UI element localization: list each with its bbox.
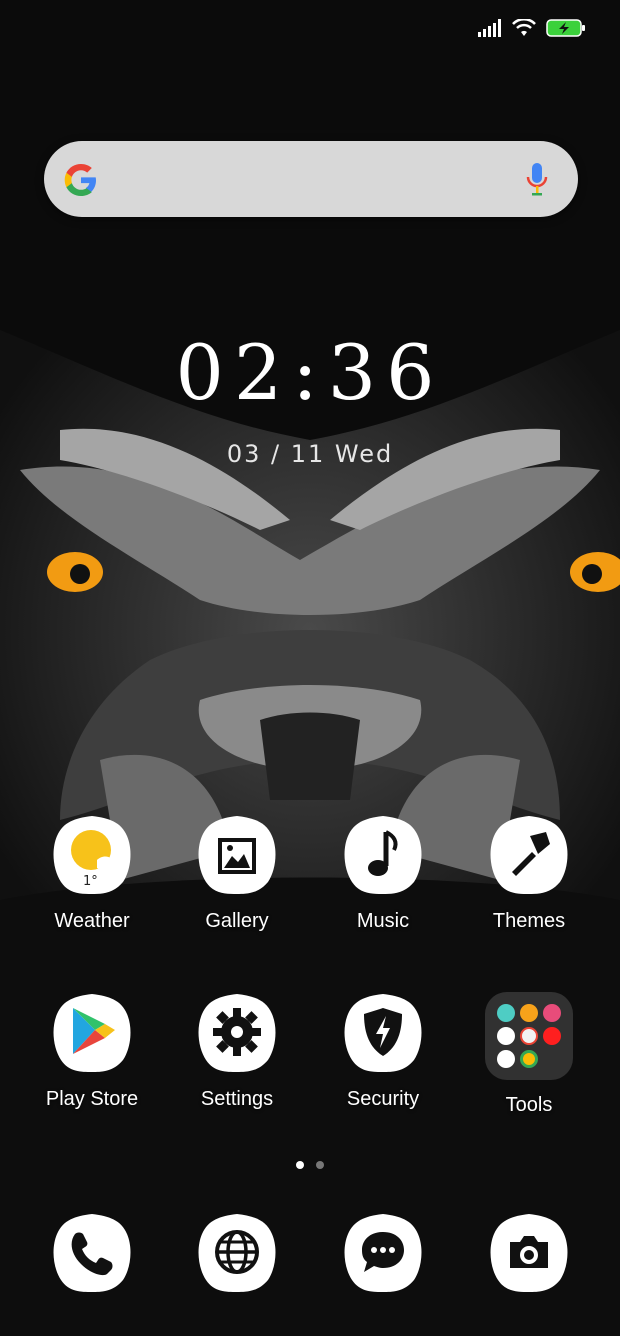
app-label: Weather [54, 910, 130, 932]
signal-icon [478, 19, 501, 37]
folder-icon [485, 992, 573, 1080]
page-dot-active[interactable] [296, 1161, 304, 1169]
app-music[interactable]: Music [313, 814, 453, 933]
app-label: Music [356, 910, 410, 932]
wifi-icon [512, 19, 536, 36]
app-settings[interactable]: Settings [167, 992, 307, 1111]
app-security[interactable]: Security [313, 992, 453, 1111]
app-label: Themes [492, 910, 566, 932]
app-weather[interactable]: 1° Weather [22, 814, 162, 933]
play-store-icon [51, 992, 133, 1074]
music-note-icon [342, 814, 424, 896]
search-bar[interactable] [44, 141, 578, 217]
battery-charging-icon [546, 19, 585, 37]
dock-browser[interactable] [167, 1212, 307, 1294]
app-label: Tools [505, 1094, 553, 1116]
page-dot[interactable] [316, 1161, 324, 1169]
paintbrush-icon [488, 814, 570, 896]
app-label: Settings [200, 1088, 274, 1110]
app-gallery[interactable]: Gallery [167, 814, 307, 933]
camera-icon [488, 1212, 570, 1294]
app-themes[interactable]: Themes [459, 814, 599, 933]
app-folder-tools[interactable]: Tools [459, 992, 599, 1117]
app-label: Gallery [205, 910, 269, 932]
gear-icon [196, 992, 278, 1074]
clock-time[interactable]: 02:36 [0, 328, 620, 418]
google-logo-icon [64, 164, 96, 196]
mic-icon[interactable] [526, 161, 548, 197]
weather-temp: 1° [83, 874, 98, 889]
browser-globe-icon [196, 1212, 278, 1294]
dock-messaging[interactable] [313, 1212, 453, 1294]
clock-date[interactable]: 03 / 11 Wed [0, 440, 620, 468]
app-play-store[interactable]: Play Store [22, 992, 162, 1111]
phone-icon [51, 1212, 133, 1294]
page-indicator [0, 1161, 620, 1169]
messaging-icon [342, 1212, 424, 1294]
shield-bolt-icon [342, 992, 424, 1074]
status-bar [478, 14, 586, 42]
dock-camera[interactable] [459, 1212, 599, 1294]
app-label: Security [346, 1088, 420, 1110]
gallery-icon [196, 814, 278, 896]
weather-icon: 1° [51, 814, 133, 896]
app-label: Play Store [45, 1088, 139, 1110]
dock-phone[interactable] [22, 1212, 162, 1294]
